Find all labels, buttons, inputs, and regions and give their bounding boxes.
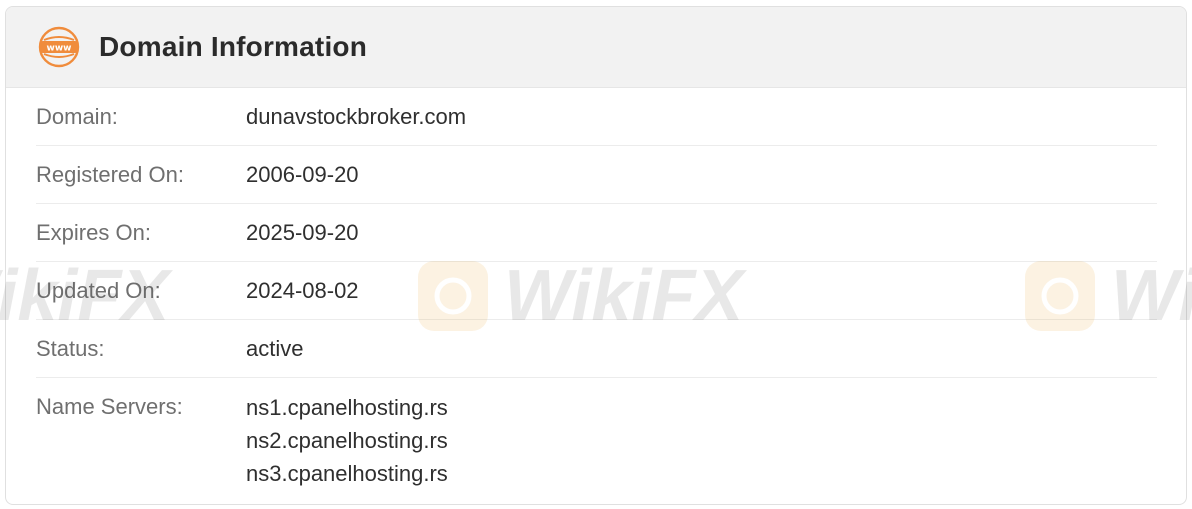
row-label: Expires On: bbox=[36, 220, 151, 245]
row-value: 2025-09-20 bbox=[246, 220, 359, 245]
name-server-item: ns1.cpanelhosting.rs bbox=[246, 395, 448, 420]
row-label: Name Servers: bbox=[36, 394, 183, 419]
name-server-item: ns2.cpanelhosting.rs bbox=[246, 428, 448, 453]
name-server-list: ns1.cpanelhosting.rs ns2.cpanelhosting.r… bbox=[246, 378, 448, 490]
card-header: www Domain Information bbox=[6, 7, 1186, 88]
row-updated-on: Updated On: 2024-08-02 bbox=[36, 262, 1157, 320]
name-server-item: ns3.cpanelhosting.rs bbox=[246, 461, 448, 486]
row-value: 2024-08-02 bbox=[246, 278, 359, 303]
row-value: 2006-09-20 bbox=[246, 162, 359, 187]
row-registered-on: Registered On: 2006-09-20 bbox=[36, 146, 1157, 204]
row-name-servers: Name Servers: ns1.cpanelhosting.rs ns2.c… bbox=[36, 378, 1157, 490]
www-globe-icon: www bbox=[38, 26, 80, 68]
row-label: Domain: bbox=[36, 104, 118, 129]
row-label: Registered On: bbox=[36, 162, 184, 187]
row-domain: Domain: dunavstockbroker.com bbox=[36, 88, 1157, 146]
row-status: Status: active bbox=[36, 320, 1157, 378]
row-label: Updated On: bbox=[36, 278, 161, 303]
row-label: Status: bbox=[36, 336, 105, 361]
card-title: Domain Information bbox=[99, 31, 368, 62]
status-value: active bbox=[246, 336, 304, 361]
row-expires-on: Expires On: 2025-09-20 bbox=[36, 204, 1157, 262]
row-value: dunavstockbroker.com bbox=[246, 104, 467, 129]
info-rows: Domain: dunavstockbroker.com Registered … bbox=[6, 88, 1186, 490]
domain-information-card: www Domain Information Domain: dunavstoc… bbox=[5, 6, 1187, 505]
svg-text:www: www bbox=[47, 44, 72, 54]
